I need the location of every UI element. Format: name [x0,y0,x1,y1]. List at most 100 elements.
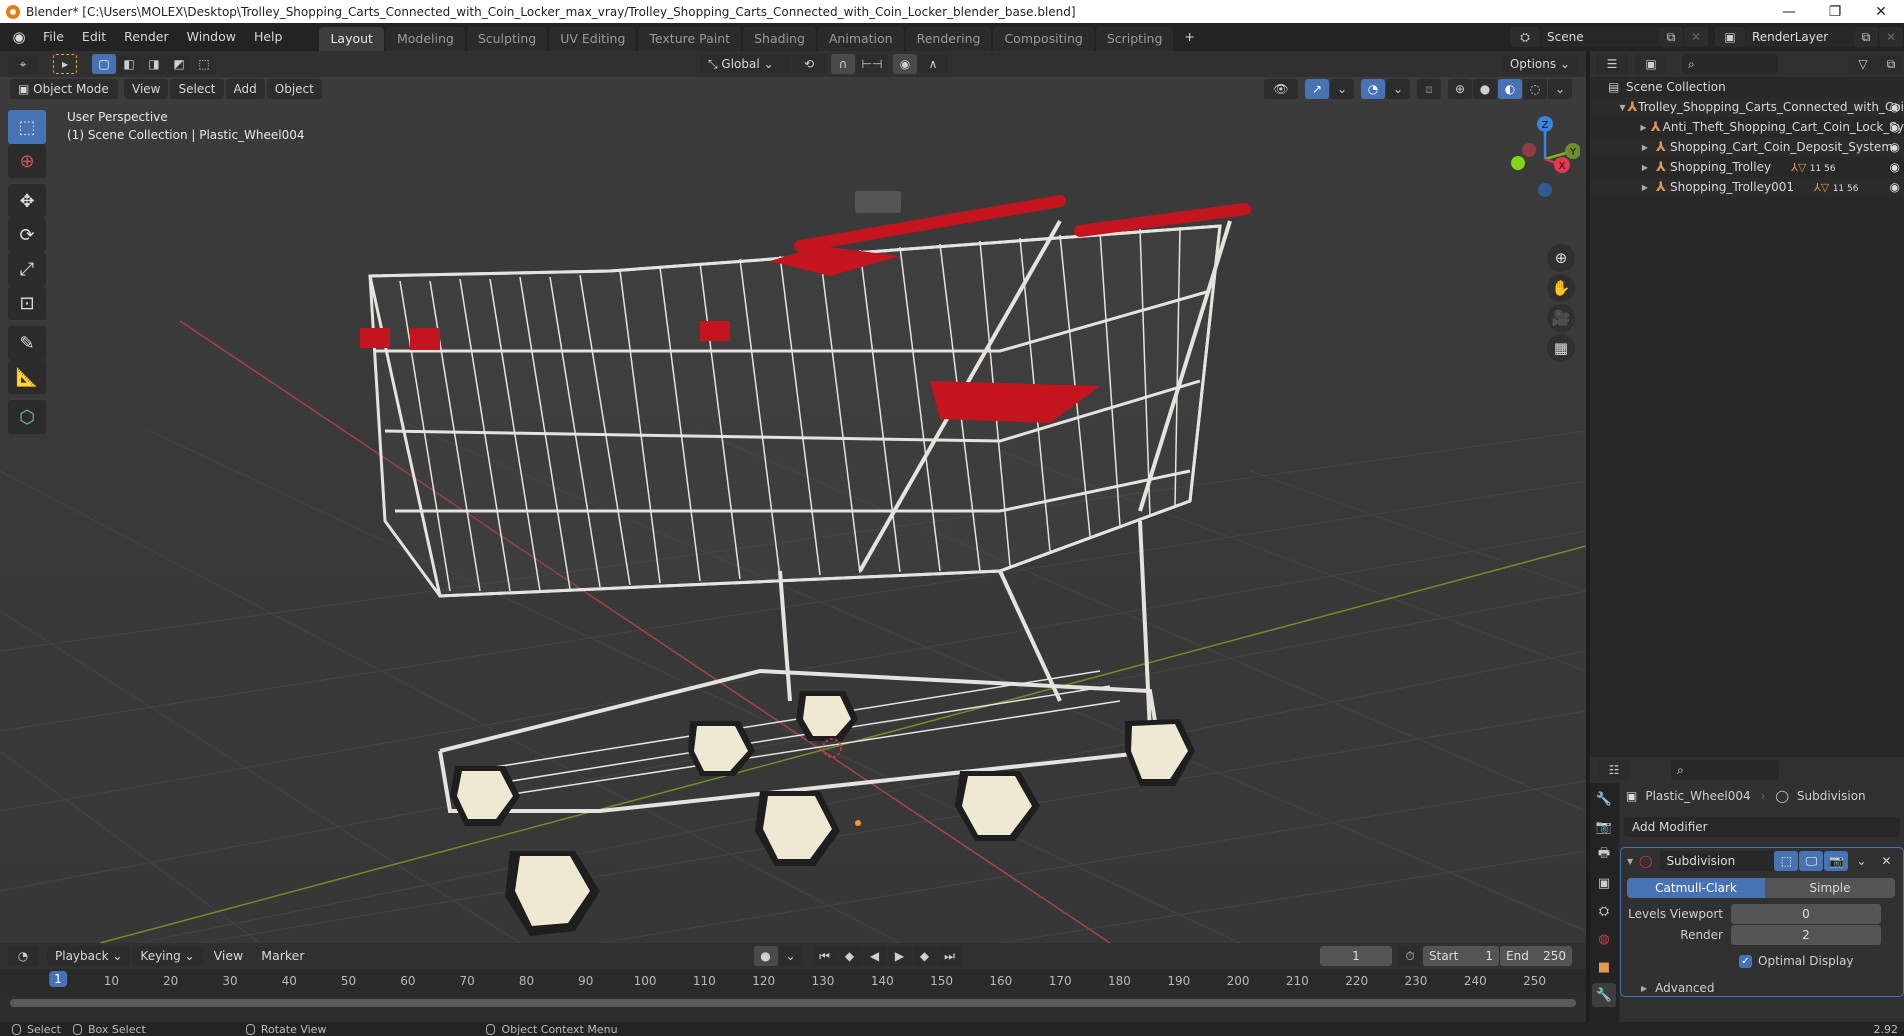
end-frame-field[interactable]: End 250 [1500,946,1572,966]
outliner-item[interactable]: ▶ ⅄ Shopping_Trolley ⅄▽ 11 56 ◉ [1590,157,1904,177]
transform-tool-icon[interactable]: ⊡ [8,286,46,320]
gizmo-dropdown-icon[interactable]: ⌄ [1330,79,1354,99]
current-frame-field[interactable]: 1 [1320,946,1392,966]
timeline-track[interactable] [0,993,1586,1022]
view-layer-icon[interactable]: ▣ [1715,27,1745,47]
outliner-item[interactable]: ▶ ⅄ Anti_Theft_Shopping_Cart_Coin_Lock_S… [1590,117,1904,137]
mode-dropdown[interactable]: ▣ Object Mode ⌄ [10,79,118,116]
viewport-toggle-icon[interactable]: 🖵 [1799,851,1824,871]
options-dropdown[interactable]: Options ⌄ [1501,54,1578,74]
new-collection-icon[interactable]: ⧉ [1879,54,1903,74]
pan-view-icon[interactable]: ✋ [1547,274,1575,302]
expand-triangle-icon[interactable]: ▶ [1638,183,1652,192]
zoom-view-icon[interactable]: ⊕ [1547,244,1575,272]
workspace-tab-compositing[interactable]: Compositing [993,27,1094,51]
outliner-item[interactable]: ▶ ⅄ Shopping_Cart_Coin_Deposit_System ◉ [1590,137,1904,157]
view-layer-field[interactable]: RenderLayer [1746,27,1854,47]
shading-material-icon[interactable]: ◐ [1498,79,1522,99]
transform-orientation-dropdown[interactable]: ⤡ Global ⌄ [700,54,790,74]
new-scene-icon[interactable]: ⧉ [1659,27,1683,47]
stopwatch-icon[interactable]: ⏱ [1398,946,1422,966]
menu-render[interactable]: Render [115,23,178,51]
menu-help[interactable]: Help [245,23,292,51]
menu-view[interactable]: View [124,79,169,99]
output-tab-icon[interactable]: 🖶 [1592,843,1616,867]
timeline-editor-type-icon[interactable]: ◔ [8,946,38,966]
xray-toggle-icon[interactable]: ⧈ [1417,79,1441,99]
select-mode-invert-icon[interactable]: ◩ [167,54,191,74]
menu-window[interactable]: Window [178,23,245,51]
start-frame-field[interactable]: Start 1 [1423,946,1499,966]
playback-dropdown[interactable]: Playback ⌄ [47,946,131,966]
workspace-tab-layout[interactable]: Layout [319,27,384,51]
outliner-search-input[interactable]: ⌕ [1682,54,1778,74]
workspace-tab-sculpting[interactable]: Sculpting [466,27,548,51]
shading-solid-icon[interactable]: ● [1473,79,1497,99]
add-modifier-dropdown[interactable]: Add Modifier [1624,817,1900,837]
simple-button[interactable]: Simple [1765,878,1895,898]
annotate-tool-icon[interactable]: ✎ [8,326,46,360]
move-tool-icon[interactable]: ✥ [8,184,46,218]
visibility-eye-icon[interactable]: ◉ [1890,100,1900,114]
timeline-scrollbar[interactable] [10,999,1576,1007]
new-view-layer-icon[interactable]: ⧉ [1854,27,1878,47]
optimal-display-checkbox[interactable]: ✓ [1739,954,1752,968]
cursor-tool-icon[interactable]: ⊕ [8,144,46,178]
close-button[interactable]: ✕ [1858,0,1904,23]
keying-set-dropdown-icon[interactable]: ⌄ [778,946,803,966]
3d-viewport[interactable]: ⌖ ▸ ▢ ◧ ◨ ◩ ⬚ ⤡ Global ⌄ ⟲ ∩ ⊢⊣ ◉ ∧ Opti… [0,51,1586,943]
workspace-tab-scripting[interactable]: Scripting [1095,27,1174,51]
remove-modifier-icon[interactable]: ✕ [1874,851,1898,871]
workspace-tab-texture-paint[interactable]: Texture Paint [638,27,742,51]
shading-dropdown-icon[interactable]: ⌄ [1548,79,1572,99]
scene-tab-icon[interactable]: ⛭ [1592,899,1616,923]
edit-mode-toggle-icon[interactable]: ⬚ [1774,851,1799,871]
modifier-menu-icon[interactable]: ⌄ [1849,851,1873,871]
tool-tab-icon[interactable]: 🔧 [1592,787,1616,811]
delete-scene-icon[interactable]: ✕ [1684,27,1708,47]
select-mode-subtract-icon[interactable]: ◨ [142,54,166,74]
maximize-button[interactable]: ❐ [1812,0,1858,23]
shading-rendered-icon[interactable]: ◌ [1523,79,1547,99]
timeline-menu-marker[interactable]: Marker [252,942,313,970]
auto-keying-icon[interactable]: ● [753,946,778,966]
next-keyframe-icon[interactable]: ◆ [912,946,937,966]
menu-file[interactable]: File [34,23,73,51]
select-mode-new-icon[interactable]: ▢ [92,54,116,74]
proportional-edit-icon[interactable]: ◉ [893,54,917,74]
minimize-button[interactable]: — [1766,0,1812,23]
catmull-clark-button[interactable]: Catmull-Clark [1627,878,1765,898]
keying-dropdown[interactable]: Keying ⌄ [132,946,203,966]
navigation-gizmo[interactable]: Z Y X [1490,109,1580,199]
scene-selector-icon[interactable]: ⛭ [1510,27,1540,47]
outliner-item[interactable]: ▼ ⅄ Trolley_Shopping_Carts_Connected_wit… [1590,97,1904,117]
add-cube-tool-icon[interactable]: ⬡ [8,400,46,434]
visibility-eye-icon[interactable]: ◉ [1890,160,1900,174]
visibility-eye-icon[interactable]: ◉ [1890,180,1900,194]
select-mode-intersect-icon[interactable]: ⬚ [192,54,216,74]
render-levels-field[interactable]: 2 [1731,925,1881,945]
jump-end-icon[interactable]: ⏭ [937,946,962,966]
filter-icon[interactable]: ▽ [1848,54,1878,74]
prev-keyframe-icon[interactable]: ◆ [837,946,862,966]
scale-tool-icon[interactable]: ⤢ [8,252,46,286]
overlay-dropdown-icon[interactable]: ⌄ [1386,79,1410,99]
properties-editor-type-icon[interactable]: ☷ [1598,760,1630,780]
modifier-tab-icon[interactable]: 🔧 [1592,983,1616,1007]
scene-field[interactable]: Scene [1541,27,1659,47]
workspace-tab-shading[interactable]: Shading [743,27,816,51]
blender-menu-icon[interactable]: ◉ [10,28,28,46]
workspace-tab-animation[interactable]: Animation [817,27,904,51]
object-tab-icon[interactable]: ■ [1592,955,1616,979]
visibility-eye-icon[interactable]: ◉ [1890,140,1900,154]
delete-view-layer-icon[interactable]: ✕ [1879,27,1903,47]
expand-triangle-icon[interactable]: ▶ [1638,123,1649,132]
properties-search-input[interactable]: ⌕ [1671,760,1779,780]
workspace-tab-rendering[interactable]: Rendering [905,27,992,51]
visibility-eye-icon[interactable]: ◉ [1890,120,1900,134]
outliner-editor-type-icon[interactable]: ☰ [1596,54,1628,74]
select-tool-icon[interactable]: ▸ [53,54,77,74]
world-tab-icon[interactable]: ◍ [1592,927,1616,951]
rotate-tool-icon[interactable]: ⟳ [8,218,46,252]
expand-triangle-icon[interactable]: ▼ [1618,103,1627,112]
